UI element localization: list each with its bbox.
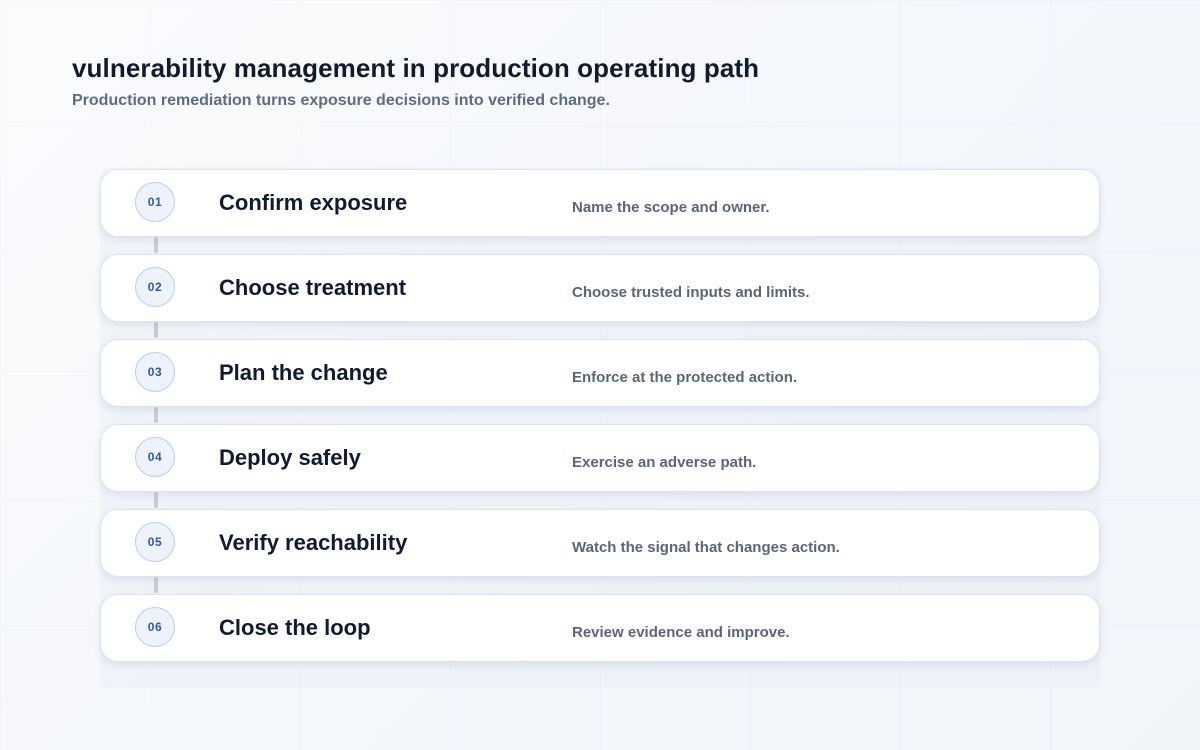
step-number: 04 [147, 450, 163, 464]
step-title: Plan the change [219, 360, 388, 385]
step-card-choose-treatment: 02 Choose treatment Choose trusted input… [100, 254, 1100, 322]
step-description: Enforce at the protected action. [572, 369, 798, 386]
step-title: Choose treatment [219, 275, 407, 300]
step-number-badge: 01 [135, 182, 175, 222]
step-number: 01 [147, 195, 163, 209]
step-card-close-the-loop: 06 Close the loop Review evidence and im… [100, 594, 1100, 662]
step-connector [154, 322, 158, 338]
step-card-verify-reachability: 05 Verify reachability Watch the signal … [100, 509, 1100, 577]
step-card-plan-the-change: 03 Plan the change Enforce at the protec… [100, 339, 1100, 407]
step-number-badge: 03 [135, 352, 175, 392]
step-number: 06 [147, 620, 163, 634]
step-number: 03 [147, 365, 163, 379]
page-title: vulnerability management in production o… [72, 53, 760, 83]
step-description: Exercise an adverse path. [572, 454, 757, 471]
step-title: Confirm exposure [219, 190, 408, 215]
step-description: Review evidence and improve. [572, 624, 790, 641]
step-connector [154, 492, 158, 508]
step-connector [154, 407, 158, 423]
step-connector [154, 237, 158, 253]
step-description: Choose trusted inputs and limits. [572, 284, 810, 301]
step-title: Verify reachability [219, 530, 408, 555]
step-title: Close the loop [219, 615, 371, 640]
page-subtitle: Production remediation turns exposure de… [72, 92, 610, 109]
step-number: 02 [147, 280, 163, 294]
step-number-badge: 05 [135, 522, 175, 562]
step-card-confirm-exposure: 01 Confirm exposure Name the scope and o… [100, 169, 1100, 237]
step-description: Watch the signal that changes action. [572, 539, 840, 556]
step-number: 05 [147, 535, 163, 549]
step-card-deploy-safely: 04 Deploy safely Exercise an adverse pat… [100, 424, 1100, 492]
step-number-badge: 06 [135, 607, 175, 647]
step-connector [154, 577, 158, 593]
step-description: Name the scope and owner. [572, 199, 770, 216]
step-number-badge: 02 [135, 267, 175, 307]
page-header: vulnerability management in production o… [72, 52, 1132, 112]
step-number-badge: 04 [135, 437, 175, 477]
step-title: Deploy safely [219, 445, 361, 470]
